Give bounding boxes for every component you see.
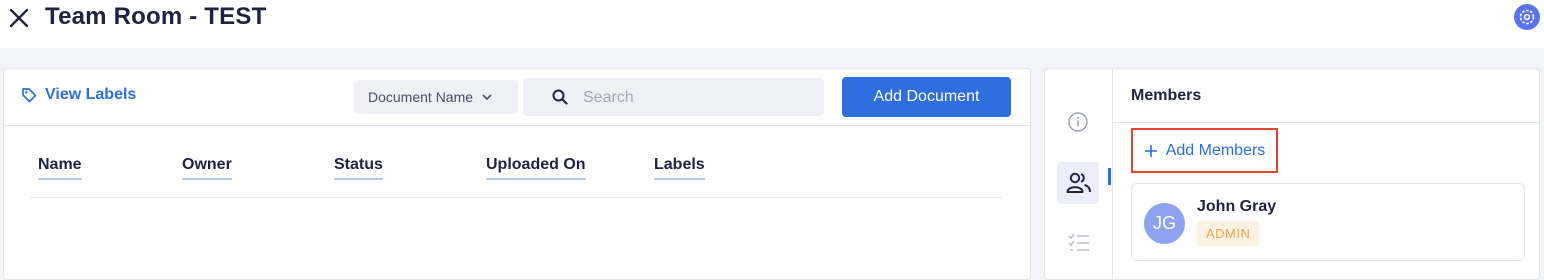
close-icon[interactable] <box>8 7 30 29</box>
filter-select-value: Document Name <box>368 89 474 105</box>
members-divider <box>1113 122 1539 123</box>
side-panel: Members Add Members JG John Gray ADMIN <box>1044 68 1540 280</box>
members-heading: Members <box>1131 87 1202 104</box>
plus-icon <box>1144 144 1157 157</box>
member-card[interactable]: JG John Gray ADMIN <box>1131 183 1525 261</box>
active-tab-indicator <box>1108 168 1111 185</box>
page-title: Team Room - TEST <box>45 3 267 30</box>
info-icon[interactable] <box>1067 111 1089 133</box>
column-header-status[interactable]: Status <box>334 156 383 180</box>
settings-button[interactable] <box>1514 4 1540 30</box>
role-badge: ADMIN <box>1197 221 1260 246</box>
chevron-down-icon <box>482 94 492 101</box>
members-tab[interactable] <box>1057 162 1099 204</box>
side-rail <box>1045 69 1113 279</box>
documents-toolbar: View Labels Document Name Add Document <box>4 69 1030 126</box>
add-members-button[interactable]: Add Members <box>1131 128 1278 173</box>
column-header-name[interactable]: Name <box>38 156 82 180</box>
search-input[interactable] <box>581 85 815 111</box>
view-labels-link[interactable]: View Labels <box>21 86 136 104</box>
tag-icon <box>22 88 37 103</box>
add-members-label: Add Members <box>1165 141 1266 159</box>
column-header-uploaded-on[interactable]: Uploaded On <box>486 156 586 180</box>
documents-panel: View Labels Document Name Add Document N… <box>3 68 1031 280</box>
header-bar: Team Room - TEST <box>0 0 1544 48</box>
column-header-labels[interactable]: Labels <box>654 156 705 180</box>
tasks-icon[interactable] <box>1067 232 1091 254</box>
members-icon <box>1066 172 1091 193</box>
gear-icon <box>1519 9 1535 25</box>
table-divider <box>30 197 1002 198</box>
avatar: JG <box>1144 203 1185 244</box>
search-box <box>523 78 824 116</box>
document-filter-select[interactable]: Document Name <box>354 80 518 114</box>
search-icon <box>552 89 568 105</box>
add-document-button[interactable]: Add Document <box>842 77 1011 117</box>
view-labels-text: View Labels <box>45 86 137 103</box>
member-name: John Gray <box>1197 198 1277 215</box>
column-header-owner[interactable]: Owner <box>182 156 232 180</box>
